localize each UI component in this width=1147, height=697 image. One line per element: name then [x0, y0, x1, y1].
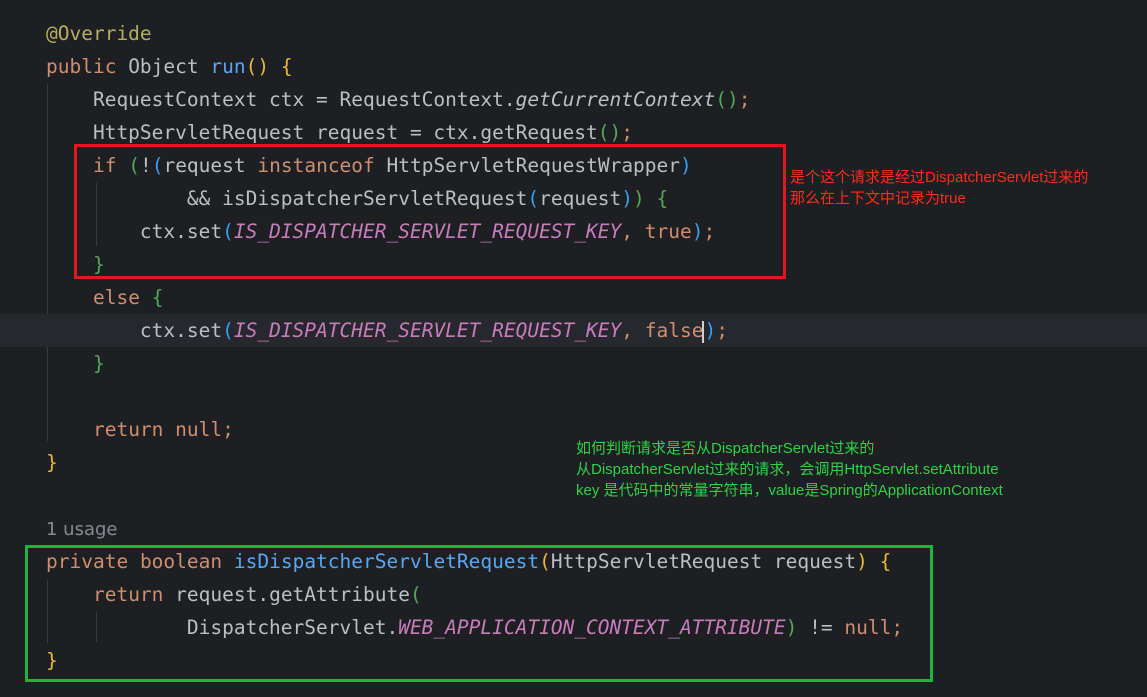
code-token: Object — [116, 55, 211, 78]
code-token: IS_DISPATCHER_SERVLET_REQUEST_KEY — [233, 319, 622, 342]
code-token: ( — [222, 319, 234, 342]
code-token: { — [280, 55, 293, 78]
code-token: ; — [716, 319, 728, 342]
code-line[interactable]: @Override — [0, 17, 1147, 50]
code-token: null — [175, 418, 223, 441]
code-line[interactable]: 1 usage — [0, 512, 1147, 545]
code-token: , — [621, 319, 645, 342]
code-token: ; — [621, 121, 634, 144]
code-token: ; — [222, 418, 234, 441]
code-token: ) — [704, 319, 717, 342]
red-annotation-note: 是个这个请求是经过DispatcherServlet过来的 那么在上下文中记录为… — [790, 169, 1089, 207]
usage-hint[interactable]: 1 usage — [46, 519, 118, 540]
code-token: else — [92, 286, 140, 309]
code-token: getCurrentContext — [515, 88, 716, 111]
code-token: () — [715, 88, 739, 111]
code-token: } — [46, 451, 58, 474]
code-token: false — [644, 319, 704, 342]
code-line-current[interactable]: ctx.set(IS_DISPATCHER_SERVLET_REQUEST_KE… — [0, 314, 1147, 347]
code-token: ctx.set — [46, 319, 223, 342]
code-token: () — [245, 55, 270, 78]
code-line[interactable] — [0, 380, 1147, 413]
code-line[interactable]: } — [0, 347, 1147, 380]
code-line[interactable]: public Object run() { — [0, 50, 1147, 83]
code-token: { — [151, 286, 164, 309]
code-token: public — [46, 55, 117, 78]
code-token: } — [92, 352, 105, 375]
green-annotation-note: 如何判断请求是否从DispatcherServlet过来的 从Dispatche… — [576, 440, 1003, 499]
code-token: return — [92, 418, 164, 441]
code-line[interactable]: else { — [0, 281, 1147, 314]
code-token: RequestContext ctx = RequestContext. — [46, 88, 516, 111]
code-token: HttpServletRequest request = ctx.getRequ… — [46, 121, 598, 144]
code-token: @Override — [46, 22, 152, 45]
code-token: run — [210, 55, 246, 78]
green-highlight-box — [25, 545, 933, 682]
red-highlight-box — [74, 144, 786, 279]
code-token: () — [597, 121, 622, 144]
code-line[interactable]: RequestContext ctx = RequestContext.getC… — [0, 83, 1147, 116]
code-token: ; — [738, 88, 751, 111]
